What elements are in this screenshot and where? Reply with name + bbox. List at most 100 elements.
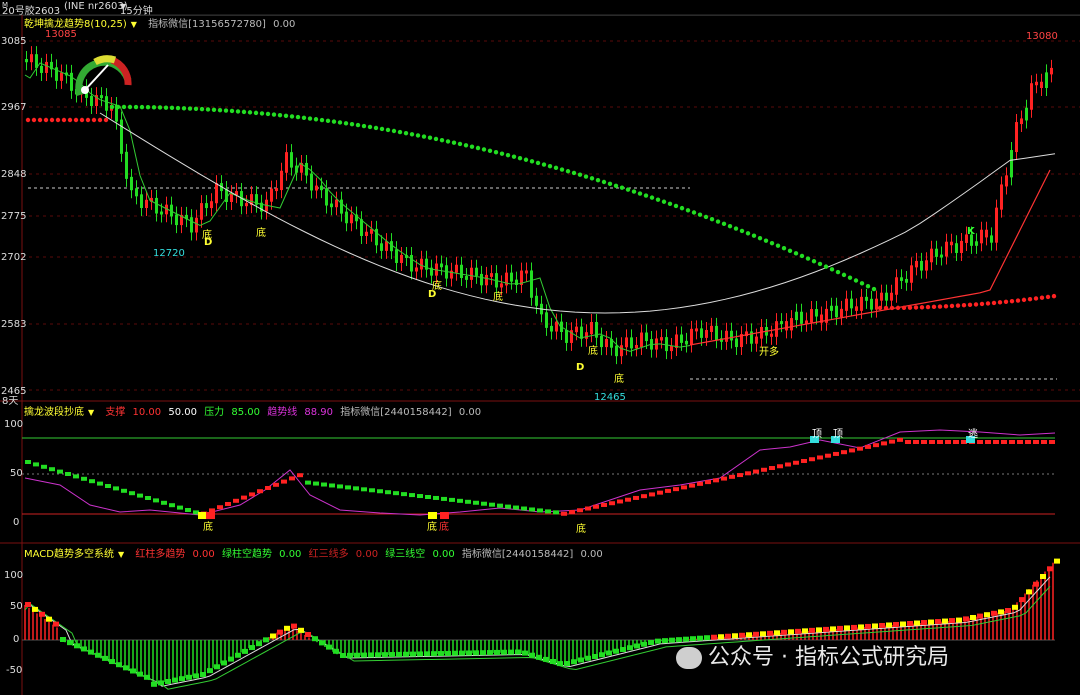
- trend-dot: [61, 117, 67, 123]
- candle-body: [815, 309, 818, 317]
- wave-block: [385, 490, 391, 495]
- trend-dot: [649, 195, 655, 200]
- main-indicator-name[interactable]: 乾坤擒龙趋势8(10,25) ▼: [24, 19, 141, 30]
- trend-dot: [349, 121, 355, 127]
- trend-dot: [787, 248, 793, 253]
- trend-dot: [655, 197, 661, 202]
- trend-dot: [943, 304, 949, 309]
- wave-block: [425, 495, 431, 499]
- wave-block: [561, 511, 567, 516]
- candle-body: [590, 322, 593, 335]
- trend-dot: [37, 117, 43, 123]
- candle-body: [910, 265, 913, 283]
- wave-block: [545, 509, 551, 514]
- trend-dot: [289, 114, 295, 119]
- candle-body: [830, 305, 833, 311]
- candle-body: [640, 332, 643, 348]
- candle-body: [960, 240, 963, 253]
- candle-body: [1050, 67, 1053, 75]
- candle-body: [140, 194, 143, 208]
- macd-block: [557, 661, 563, 667]
- macd-block: [298, 627, 304, 633]
- trend-dot: [409, 132, 415, 137]
- macd-block: [459, 650, 465, 656]
- wave-block: [577, 508, 583, 513]
- chevron-down-icon: ▼: [88, 408, 95, 417]
- macd-block: [571, 659, 577, 665]
- macd-block: [732, 633, 738, 639]
- candle-body: [665, 337, 668, 352]
- wave-block: [1025, 440, 1031, 444]
- macd-block: [39, 611, 45, 617]
- macd-block: [935, 619, 941, 625]
- candle-body: [275, 188, 278, 192]
- trend-dot: [1039, 295, 1045, 300]
- candle-body: [270, 188, 273, 202]
- wave-block: [729, 474, 735, 479]
- trend-dot: [265, 111, 271, 117]
- wechat-icon: [676, 647, 702, 669]
- main-value: 0.00: [273, 19, 296, 30]
- macd-block: [382, 652, 388, 658]
- wave-block: [313, 481, 319, 486]
- candle-body: [1035, 81, 1038, 86]
- macd-block: [837, 625, 843, 631]
- trend-dot: [469, 144, 475, 149]
- wave-block: [641, 494, 647, 499]
- trend-dot: [457, 141, 463, 147]
- trend-dot: [157, 105, 163, 110]
- trend-dot: [367, 124, 373, 130]
- trend-dot: [715, 219, 721, 224]
- macd-block: [788, 629, 794, 635]
- wave-block: [233, 498, 239, 503]
- candle-body: [925, 260, 928, 271]
- wave-block: [105, 484, 111, 488]
- candle-body: [1015, 122, 1018, 153]
- trend-dot: [415, 133, 421, 138]
- signal-di-6: 底: [614, 374, 624, 385]
- candle-body: [465, 276, 468, 280]
- trend-dot: [739, 228, 745, 234]
- candle-body: [525, 270, 528, 274]
- trend-dot: [985, 301, 991, 306]
- trend-dot: [829, 267, 835, 272]
- trend-dot: [253, 110, 259, 116]
- macd-block: [599, 652, 605, 658]
- candle-body: [45, 61, 48, 73]
- trend-dot: [757, 235, 763, 241]
- macd-block: [81, 646, 87, 652]
- support-label: 支撑: [105, 407, 126, 418]
- wave-indicator-name[interactable]: 擒龙波段抄底 ▼: [24, 407, 98, 418]
- trend-dot: [439, 137, 445, 143]
- wave-block: [985, 440, 991, 444]
- macd-block: [249, 645, 255, 651]
- trend-dot: [31, 117, 37, 123]
- trend-dot: [697, 212, 703, 217]
- macd-block: [809, 627, 815, 633]
- candle-body: [860, 296, 863, 311]
- trend-dot: [79, 117, 85, 123]
- trend-dot: [937, 304, 943, 309]
- macd-block: [326, 644, 332, 650]
- candle-body: [575, 326, 578, 333]
- wave-block: [97, 481, 103, 486]
- wave-block: [913, 440, 919, 444]
- macd-indicator-name[interactable]: MACD趋势多空系统 ▼: [24, 549, 128, 560]
- trend-dot: [625, 187, 631, 192]
- trend-dot: [181, 106, 187, 111]
- trend-dot: [109, 104, 115, 110]
- macd-block: [515, 649, 521, 655]
- trend-dot: [727, 223, 733, 229]
- macd-block: [1026, 589, 1032, 595]
- trend-dot: [487, 148, 493, 154]
- macd-block: [795, 628, 801, 634]
- trend-dot: [379, 126, 385, 132]
- macd-block: [620, 647, 626, 652]
- candle-body: [420, 258, 423, 270]
- trend-dot: [691, 210, 697, 215]
- wave-block: [585, 506, 591, 511]
- wave-block: [897, 437, 903, 442]
- chart-canvas[interactable]: [0, 0, 1080, 695]
- macd-block: [606, 650, 612, 656]
- macd-block: [585, 655, 591, 661]
